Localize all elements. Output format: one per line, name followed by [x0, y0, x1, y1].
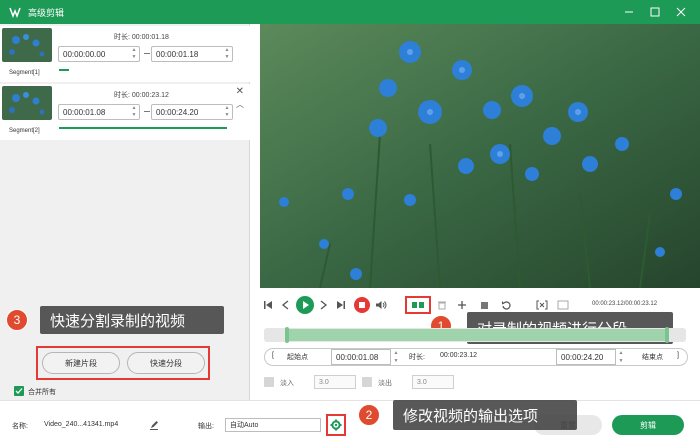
output-select[interactable]: 自动Auto	[225, 418, 321, 432]
file-name: Video_240...41341.mp4	[44, 421, 119, 428]
minimize-icon[interactable]	[616, 0, 642, 24]
segment-item[interactable]: Segment[1] 时长: 00:00:01.18 00:00:00.00 ▲ ▼…	[0, 26, 250, 82]
fade-in-input[interactable]: 3.0	[314, 375, 356, 389]
segment-label: Segment[2]	[9, 128, 40, 134]
callout-badge: 3	[6, 309, 28, 331]
edit-icon[interactable]	[148, 419, 160, 431]
end-point-label[interactable]: 结束点	[642, 352, 663, 362]
volume-icon[interactable]	[374, 299, 388, 311]
rewind-icon[interactable]	[279, 299, 291, 311]
copy-icon[interactable]	[478, 299, 490, 311]
play-icon[interactable]	[296, 296, 314, 314]
mark-in-icon[interactable]	[535, 299, 549, 311]
segment-end-time[interactable]: 00:00:24.20 ▲ ▼	[151, 104, 233, 120]
segment-thumbnail	[2, 86, 52, 120]
video-preview[interactable]	[260, 24, 700, 288]
app-logo-icon	[8, 5, 22, 19]
fade-out-label: 淡出	[378, 380, 392, 387]
maximize-icon[interactable]	[642, 0, 668, 24]
callout-output-options: 修改视频的输出选项	[393, 400, 577, 430]
segment-start-time[interactable]: 00:00:01.08 ▲ ▼	[58, 104, 140, 120]
cut-button[interactable]: 剪辑	[612, 415, 684, 435]
prev-frame-icon[interactable]	[262, 299, 274, 311]
timeline-selection	[287, 329, 667, 341]
fade-out-checkbox[interactable]	[362, 377, 372, 387]
next-frame-icon[interactable]	[335, 299, 347, 311]
name-label: 名称:	[12, 423, 28, 430]
bracket-left: [	[272, 352, 274, 359]
spinner[interactable]: ▲ ▼	[617, 350, 625, 364]
close-icon[interactable]: ✕	[236, 86, 244, 97]
output-label: 输出:	[198, 423, 214, 430]
window-title: 高级剪辑	[28, 7, 65, 18]
close-icon[interactable]	[668, 0, 694, 24]
merge-all-checkbox[interactable]	[14, 386, 24, 396]
split-icon[interactable]	[410, 299, 426, 311]
mark-out-icon[interactable]	[556, 299, 570, 311]
segment-start-time[interactable]: 00:00:00.00 ▲ ▼	[58, 46, 140, 62]
callout-quick-split: 快速分割录制的视频	[40, 306, 224, 334]
segment-range-bar	[59, 127, 227, 129]
callout-badge: 2	[358, 404, 380, 426]
fade-in-checkbox[interactable]	[264, 377, 274, 387]
segment-item[interactable]: Segment[2] 时长: 00:00:23.12 00:00:01.08 ▲ ▼…	[0, 84, 250, 140]
segment-label: Segment[1]	[9, 70, 40, 76]
spinner[interactable]: ▲ ▼	[392, 350, 400, 364]
chevron-up-icon[interactable]: ︿	[236, 99, 244, 110]
add-icon[interactable]	[456, 299, 468, 311]
timeline-start-handle[interactable]	[285, 327, 289, 343]
fade-in-label: 淡入	[280, 380, 294, 387]
merge-all-label: 合并所有	[28, 389, 56, 396]
quick-split-button[interactable]: 快速分段	[127, 352, 205, 374]
segment-duration: 时长: 00:00:23.12	[114, 92, 169, 99]
segment-range-bar	[59, 69, 69, 71]
forward-icon[interactable]	[318, 299, 330, 311]
trim-end-input[interactable]: 00:00:24.20	[556, 349, 616, 365]
range-separator	[144, 53, 150, 54]
start-point-label[interactable]: 起始点	[287, 352, 308, 362]
new-clip-button[interactable]: 新建片段	[42, 352, 120, 374]
undo-icon[interactable]	[500, 299, 512, 311]
title-bar: 高级剪辑	[0, 0, 700, 24]
trim-start-input[interactable]: 00:00:01.08	[331, 349, 391, 365]
timeline-end-handle[interactable]	[665, 327, 669, 343]
time-display: 00:00:23.12/00:00:23.12	[592, 301, 658, 307]
delete-icon[interactable]	[436, 299, 448, 311]
segment-thumbnail	[2, 28, 52, 62]
fade-out-input[interactable]: 3.0	[412, 375, 454, 389]
segment-duration: 时长: 00:00:01.18	[114, 34, 169, 41]
trim-duration-value: 00:00:23.12	[440, 352, 477, 359]
stop-icon[interactable]	[354, 297, 370, 313]
range-separator	[144, 111, 150, 112]
settings-gear-icon[interactable]	[330, 419, 342, 431]
trim-duration-label: 时长:	[409, 354, 425, 361]
check-icon	[15, 388, 23, 394]
segment-end-time[interactable]: 00:00:01.18 ▲ ▼	[151, 46, 233, 62]
bracket-right: ]	[677, 352, 679, 359]
